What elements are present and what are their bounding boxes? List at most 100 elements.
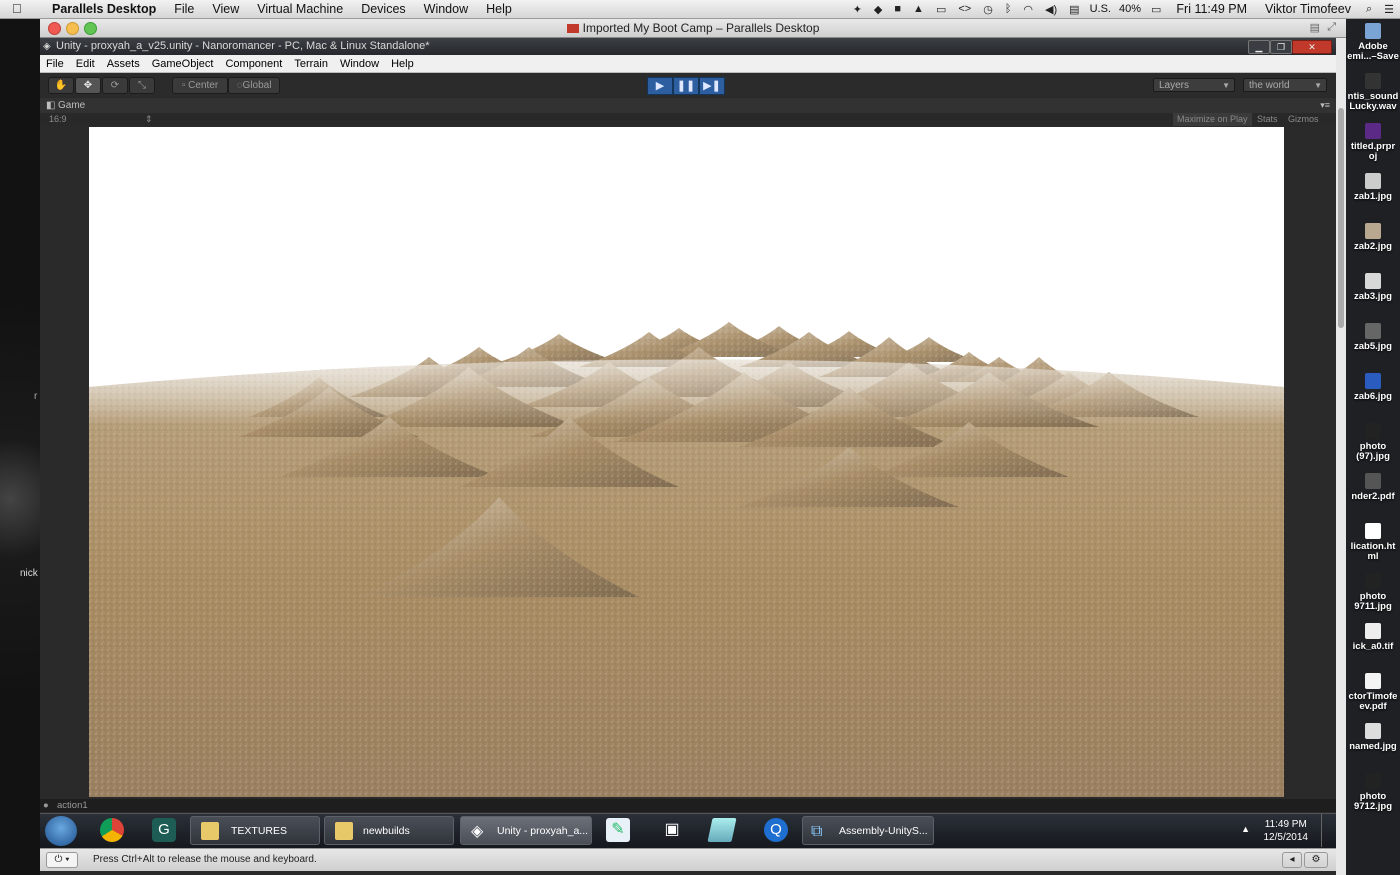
window-scrollbar[interactable]: [1336, 38, 1346, 875]
tray-expand-icon[interactable]: ▲: [1241, 824, 1250, 834]
window-app-icon[interactable]: ▣: [660, 818, 684, 842]
spotlight-search-icon[interactable]: ⌕: [1360, 3, 1378, 16]
wifi-icon[interactable]: ◠: [1017, 3, 1039, 16]
coherence-icon[interactable]: ▤: [1310, 21, 1320, 34]
tray-clock[interactable]: 11:49 PM 12/5/2014: [1264, 818, 1309, 844]
unity-menu-component[interactable]: Component: [219, 58, 288, 70]
user-name[interactable]: Viktor Timofeev: [1256, 0, 1360, 18]
input-source[interactable]: U.S.: [1086, 0, 1115, 18]
desktop-file-icon[interactable]: zab1.jpg: [1346, 173, 1400, 202]
desktop-file-icon[interactable]: ick_a0.tif: [1346, 623, 1400, 652]
pivot-center-toggle[interactable]: ▫ Center: [172, 77, 228, 94]
unity-menu-edit[interactable]: Edit: [70, 58, 101, 70]
clock[interactable]: Fri 11:49 PM: [1167, 0, 1256, 18]
unity-menu-terrain[interactable]: Terrain: [288, 58, 334, 70]
minimize-button[interactable]: ▁: [1248, 40, 1270, 54]
desktop-file-icon[interactable]: zab6.jpg: [1346, 373, 1400, 402]
apple-menu-icon[interactable]: : [0, 0, 43, 18]
bluetooth-icon[interactable]: ᛒ: [999, 3, 1018, 15]
desktop-file-icon[interactable]: ntis_sound Lucky.wav: [1346, 73, 1400, 112]
visual-studio-icon: ⧉: [811, 823, 823, 840]
desktop-file-label: photo 9711.jpg: [1354, 591, 1392, 612]
desktop-icon-label[interactable]: nick: [20, 568, 38, 579]
desktop-file-icon[interactable]: lication.ht ml: [1346, 523, 1400, 562]
battery-percent[interactable]: 40%: [1115, 0, 1145, 18]
folder-icon: [201, 822, 219, 840]
start-button[interactable]: [45, 816, 77, 846]
menu-window[interactable]: Window: [415, 0, 477, 18]
volume-icon[interactable]: ◀): [1039, 3, 1063, 16]
file-thumbnail-icon: [1365, 423, 1381, 439]
move-tool-icon[interactable]: ✥: [75, 77, 101, 94]
tab-game[interactable]: Game: [58, 98, 85, 113]
close-button[interactable]: ✕: [1292, 40, 1332, 54]
desktop-file-icon[interactable]: photo 9711.jpg: [1346, 573, 1400, 612]
power-menu-icon[interactable]: ⏻ ▾: [46, 852, 78, 868]
menu-view[interactable]: View: [203, 0, 248, 18]
unity-menu-assets[interactable]: Assets: [101, 58, 146, 70]
unity-menu-help[interactable]: Help: [385, 58, 420, 70]
stats-toggle[interactable]: Stats: [1253, 113, 1282, 126]
fullscreen-icon[interactable]: ⤢: [1327, 21, 1336, 34]
step-button[interactable]: ▶❚: [699, 77, 725, 95]
taskbar-item-assembly[interactable]: ⧉ Assembly-UnityS...: [802, 816, 934, 845]
app-icon[interactable]: G: [152, 818, 176, 842]
hand-tool-icon[interactable]: ✋: [48, 77, 74, 94]
desktop-file-icon[interactable]: zab5.jpg: [1346, 323, 1400, 352]
tab-menu-icon[interactable]: ▾≡: [1320, 98, 1330, 113]
app-menu[interactable]: Parallels Desktop: [43, 0, 165, 18]
show-desktop-button[interactable]: [1321, 814, 1334, 847]
feather-app-icon[interactable]: ✎: [606, 818, 630, 842]
gizmos-dropdown[interactable]: Gizmos: [1284, 113, 1323, 126]
bell-icon[interactable]: ▲: [907, 3, 930, 15]
flag-icon[interactable]: ▤: [1063, 3, 1085, 16]
notes-app-icon[interactable]: [707, 818, 737, 842]
desktop-file-icon[interactable]: zab2.jpg: [1346, 223, 1400, 252]
notification-center-icon[interactable]: ☰: [1378, 3, 1400, 16]
space-global-toggle[interactable]: ◌Global: [228, 77, 280, 94]
menu-virtual-machine[interactable]: Virtual Machine: [248, 0, 352, 18]
taskbar-item-newbuilds[interactable]: newbuilds: [324, 816, 454, 845]
desktop-file-icon[interactable]: Adobe emi...–Save: [1346, 23, 1400, 62]
desktop-file-icon[interactable]: photo (97).jpg: [1346, 423, 1400, 462]
taskbar-item-textures[interactable]: TEXTURES: [190, 816, 320, 845]
rotate-tool-icon[interactable]: ⟳: [102, 77, 128, 94]
airplay-icon[interactable]: ▭: [930, 3, 952, 16]
desktop-file-label: zab3.jpg: [1353, 291, 1392, 302]
dropbox-icon[interactable]: ◆: [868, 3, 888, 16]
layers-dropdown[interactable]: Layers ▼: [1153, 78, 1235, 92]
parallels-icon: [566, 24, 579, 33]
aspect-dropdown[interactable]: 16:9: [49, 113, 67, 126]
pause-button[interactable]: ❚❚: [673, 77, 699, 95]
shield-icon[interactable]: ■: [888, 3, 907, 15]
desktop-file-icon[interactable]: ctorTimofe ev.pdf: [1346, 673, 1400, 712]
desktop-file-icon[interactable]: titled.prpr oj: [1346, 123, 1400, 162]
menu-devices[interactable]: Devices: [352, 0, 414, 18]
parallels-status-icon[interactable]: ✦: [847, 3, 868, 16]
file-thumbnail-icon: [1365, 623, 1381, 639]
restore-button[interactable]: ❐: [1270, 40, 1292, 54]
quicktime-icon[interactable]: Q: [764, 818, 788, 842]
desktop-file-icon[interactable]: named.jpg: [1346, 723, 1400, 752]
parallels-window: Imported My Boot Camp – Parallels Deskto…: [40, 19, 1346, 875]
layout-dropdown[interactable]: the world ▼: [1243, 78, 1327, 92]
taskbar-item-unity[interactable]: ◈ Unity - proxyah_a...: [460, 816, 592, 845]
play-button[interactable]: ▶: [647, 77, 673, 95]
chrome-icon[interactable]: [100, 818, 124, 842]
menu-help[interactable]: Help: [477, 0, 521, 18]
code-icon[interactable]: <>: [952, 3, 977, 15]
game-viewport[interactable]: [89, 127, 1284, 797]
menu-file[interactable]: File: [165, 0, 203, 18]
unity-menu-window[interactable]: Window: [334, 58, 385, 70]
scale-tool-icon[interactable]: ⤡: [129, 77, 155, 94]
gear-icon[interactable]: ⚙: [1304, 852, 1328, 868]
time-machine-icon[interactable]: ◷: [977, 3, 999, 16]
desktop-file-icon[interactable]: nder2.pdf: [1346, 473, 1400, 502]
maximize-on-play-toggle[interactable]: Maximize on Play: [1173, 113, 1252, 126]
unity-menu-file[interactable]: File: [40, 58, 70, 70]
scrollbar-thumb[interactable]: [1338, 108, 1344, 328]
back-icon[interactable]: ◂: [1282, 852, 1302, 868]
desktop-file-icon[interactable]: photo 9712.jpg: [1346, 773, 1400, 812]
desktop-file-icon[interactable]: zab3.jpg: [1346, 273, 1400, 302]
unity-menu-gameobject[interactable]: GameObject: [146, 58, 220, 70]
